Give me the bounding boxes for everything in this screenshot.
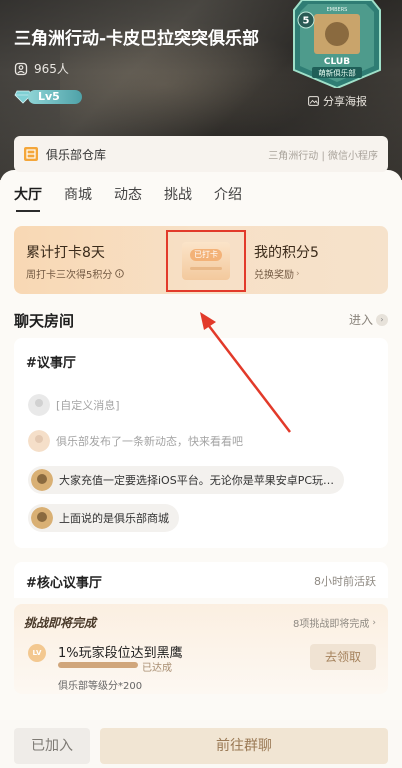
room-title: #核心议事厅 xyxy=(26,576,102,591)
info-icon xyxy=(115,269,125,278)
stamp-bar xyxy=(190,267,222,270)
member-count: 965人 xyxy=(14,60,69,77)
message-text: 大家充值一定要选择iOS平台。无论你是苹果安卓PC玩… xyxy=(59,474,335,487)
go-to-group-chat-button[interactable]: 前往群聊 xyxy=(100,728,388,764)
tab-shop[interactable]: 商城 xyxy=(64,184,92,204)
chat-room-card[interactable]: #核心议事厅 8小时前活跃 xyxy=(14,562,388,598)
progress-status: 已达成 xyxy=(142,663,172,674)
chevron-right-icon: › xyxy=(376,313,388,326)
share-poster-label: 分享海报 xyxy=(323,95,367,108)
checkin-rule[interactable]: 周打卡三次得5积分 xyxy=(26,266,125,281)
club-title: 三角洲行动-卡皮巴拉突突俱乐部 xyxy=(14,29,260,49)
avatar xyxy=(28,394,50,416)
claim-button[interactable]: 去领取 xyxy=(310,644,376,670)
chat-message: 大家充值一定要选择iOS平台。无论你是苹果安卓PC玩… xyxy=(28,466,345,494)
image-icon xyxy=(308,96,319,106)
badge-club-text: CLUB xyxy=(324,57,350,67)
level-badge-icon: LV xyxy=(28,644,46,662)
badge-name: 萌新俱乐部 xyxy=(318,68,356,78)
joined-button[interactable]: 已加入 xyxy=(14,728,90,764)
room-last-active: 8小时前活跃 xyxy=(314,575,376,588)
checkin-card[interactable]: 累计打卡8天 周打卡三次得5积分 已打卡 我的积分5 兑换奖励 › xyxy=(14,226,388,294)
avatar xyxy=(28,430,50,452)
club-main-panel: 大厅 商城 动态 挑战 介绍 累计打卡8天 周打卡三次得5积分 已打卡 我的积分… xyxy=(0,170,402,720)
tab-feed[interactable]: 动态 xyxy=(114,184,142,204)
checked-in-stamp: 已打卡 xyxy=(182,242,230,280)
chat-message: 上面说的是俱乐部商城 xyxy=(28,504,179,532)
checkin-days: 累计打卡8天 xyxy=(26,245,105,261)
room-title: #议事厅 xyxy=(26,356,76,371)
level-label: Lv5 xyxy=(28,90,82,104)
redeem-rewards-label: 兑换奖励 xyxy=(254,270,294,281)
highlight-box: 已打卡 xyxy=(166,230,246,292)
member-count-label: 965人 xyxy=(34,62,69,76)
chevron-right-icon: › xyxy=(372,617,376,628)
warehouse-platform: 三角洲行动 | 微信小程序 xyxy=(268,150,378,162)
message-text: 上面说的是俱乐部商城 xyxy=(59,512,169,525)
avatar xyxy=(31,469,53,491)
avatar xyxy=(31,507,53,529)
redeem-rewards-link[interactable]: 兑换奖励 › xyxy=(254,266,300,282)
more-challenges-label: 8项挑战即将完成 xyxy=(293,619,370,630)
message-text: [自定义消息] xyxy=(56,399,120,412)
enter-chat-link[interactable]: 进入 › xyxy=(349,311,388,328)
tab-intro[interactable]: 介绍 xyxy=(214,184,242,204)
checkin-rule-text: 周打卡三次得5积分 xyxy=(26,270,113,281)
chevron-right-icon: › xyxy=(296,268,300,279)
person-icon xyxy=(14,62,28,75)
tab-challenge[interactable]: 挑战 xyxy=(164,184,192,204)
club-level[interactable]: Lv5 xyxy=(14,90,82,104)
challenge-header: 挑战即将完成 xyxy=(24,616,97,630)
warehouse-icon xyxy=(24,147,38,161)
progress-bar xyxy=(58,662,138,668)
badge-top-text: EMBERS xyxy=(327,7,348,13)
challenge-card[interactable]: 挑战即将完成 8项挑战即将完成 › LV 1%玩家段位达到黑鹰 已达成 俱乐部等… xyxy=(14,604,388,694)
progress-fill xyxy=(58,662,138,668)
checked-in-label: 已打卡 xyxy=(190,249,222,261)
share-poster-button[interactable]: 分享海报 xyxy=(308,93,367,109)
warehouse-label: 俱乐部仓库 xyxy=(46,147,107,162)
club-warehouse[interactable]: 俱乐部仓库 三角洲行动 | 微信小程序 xyxy=(14,136,388,172)
enter-label: 进入 xyxy=(348,313,373,327)
challenge-reward: 俱乐部等级分*200 xyxy=(58,681,143,692)
tab-bar: 大厅 商城 动态 挑战 介绍 xyxy=(14,184,242,212)
chat-section-title: 聊天房间 xyxy=(14,312,75,330)
tab-hall[interactable]: 大厅 xyxy=(14,184,42,212)
more-challenges-link[interactable]: 8项挑战即将完成 › xyxy=(293,615,376,631)
my-points: 我的积分5 xyxy=(254,245,319,261)
club-badge[interactable]: 5 EMBERS CLUB 萌新俱乐部 xyxy=(292,0,382,88)
annotation-arrow xyxy=(200,312,291,433)
chat-message: [自定义消息] xyxy=(28,394,120,416)
bottom-action-bar: 已加入 前往群聊 xyxy=(0,720,402,768)
badge-level: 5 xyxy=(303,16,310,27)
